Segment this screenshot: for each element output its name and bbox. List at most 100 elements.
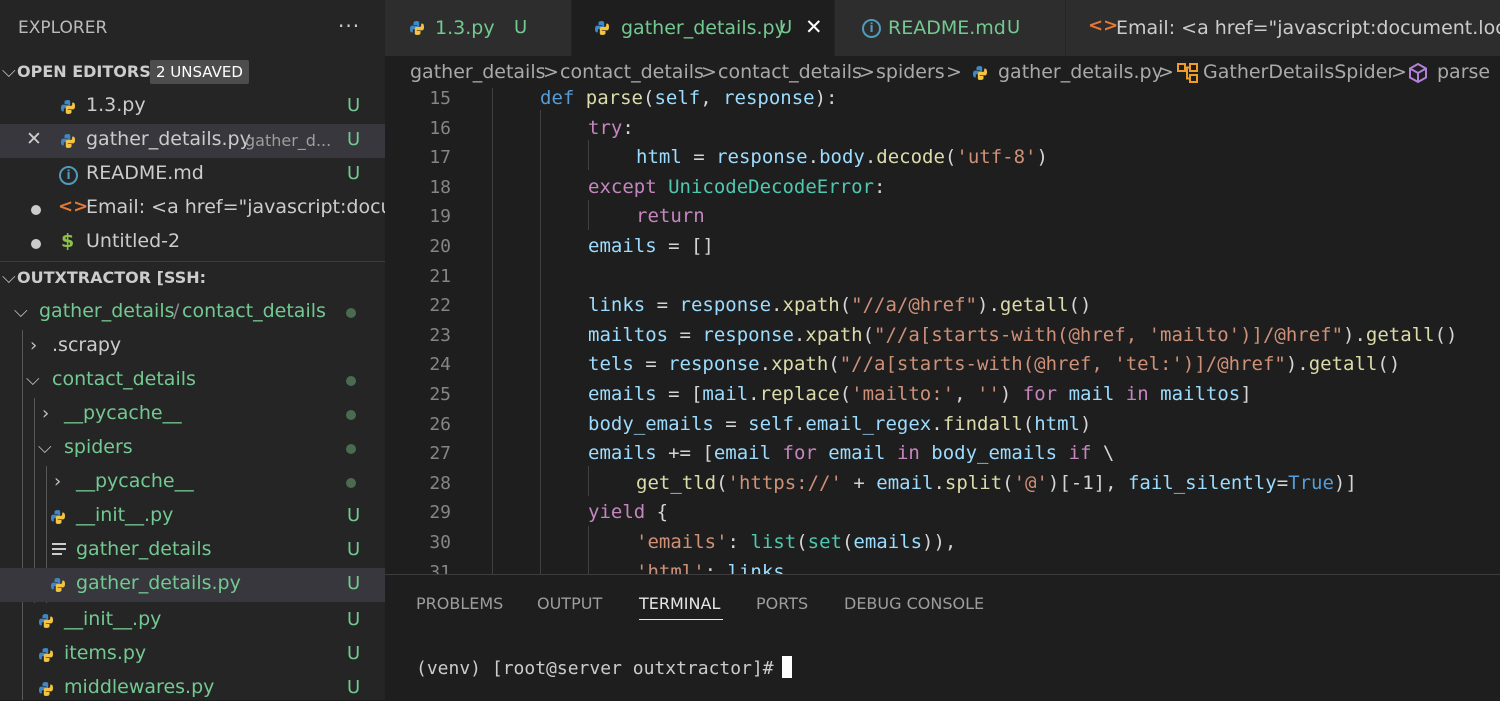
python-file-icon	[39, 614, 53, 628]
breadcrumb-item[interactable]: parse	[1437, 61, 1490, 83]
tree-file-selected[interactable]: gather_details.py U	[0, 568, 385, 602]
untracked-badge: U	[347, 677, 361, 698]
file-label: __init__.py	[76, 504, 174, 526]
tab-email-html[interactable]: <> Email: <a href="javascript:document.l…	[1066, 0, 1500, 56]
terminal-cursor	[781, 656, 792, 678]
tree-folder[interactable]: › __pycache__	[0, 466, 385, 500]
code-line: except UnicodeDecodeError:	[588, 175, 886, 198]
unsaved-badge: 2 UNSAVED	[150, 60, 249, 84]
breadcrumb-item[interactable]: gather_details.py	[998, 61, 1163, 83]
tree-file[interactable]: middlewares.py U	[0, 672, 385, 700]
chevron-down-icon: ⌵	[2, 61, 16, 82]
file-label: gather_details	[76, 538, 212, 560]
open-editor-item[interactable]: 1.3.py U	[0, 90, 385, 124]
untracked-badge: U	[1007, 17, 1021, 38]
breadcrumb-item[interactable]: spiders	[876, 61, 945, 83]
tab-debug-console[interactable]: DEBUG CONSOLE	[844, 594, 984, 613]
chevron-right-icon: >	[859, 61, 875, 83]
code-line: return	[636, 205, 705, 228]
folder-label: spiders	[64, 436, 133, 458]
line-number: 31	[429, 561, 451, 574]
tab-label: Email: <a href="javascript:document.loca	[1116, 17, 1500, 39]
tree-folder[interactable]: ⌵ contact_details	[0, 364, 385, 398]
line-number: 24	[429, 354, 451, 376]
breadcrumb-item[interactable]: contact_details	[718, 61, 862, 83]
open-editor-label: 1.3.py	[86, 94, 146, 116]
python-file-icon	[595, 21, 609, 35]
tree-folder[interactable]: › .scrapy	[0, 330, 385, 364]
code-editor[interactable]: 15 16 17 18 19 20 21 22 23 24 25 26 27 2…	[385, 88, 1500, 574]
indent-guide	[588, 140, 589, 170]
folder-label: contact_details	[182, 300, 326, 322]
chevron-down-icon: ⌵	[26, 369, 40, 390]
untracked-badge: U	[347, 129, 361, 150]
tab-label: 1.3.py	[435, 17, 495, 39]
workspace-header[interactable]: ⌵ OUTXTRACTOR [SSH:	[0, 262, 385, 296]
tab-terminal[interactable]: TERMINAL	[639, 594, 720, 613]
python-file-icon	[410, 21, 424, 35]
tab-gather-details-py[interactable]: gather_details.py U ✕	[572, 0, 835, 56]
tree-folder[interactable]: ⌵ gather_details / contact_details	[0, 296, 385, 330]
modified-dot	[346, 478, 356, 488]
line-number: 28	[429, 472, 451, 494]
tab-problems[interactable]: PROBLEMS	[416, 594, 503, 613]
python-file-icon	[61, 134, 75, 148]
chevron-right-icon: >	[701, 61, 717, 83]
line-number: 29	[429, 502, 451, 524]
line-number: 27	[429, 443, 451, 465]
tree-folder[interactable]: › __pycache__	[0, 398, 385, 432]
indent-guide	[588, 466, 589, 496]
tab-ports[interactable]: PORTS	[756, 594, 808, 613]
python-file-icon	[39, 648, 53, 662]
tab-output[interactable]: OUTPUT	[537, 594, 602, 613]
untracked-badge: U	[347, 95, 361, 116]
unsaved-dot-icon[interactable]	[31, 205, 41, 215]
breadcrumb-item[interactable]: gather_details	[410, 61, 546, 83]
folder-label: gather_details	[39, 300, 175, 322]
untracked-badge: U	[347, 573, 361, 594]
code-line: try:	[588, 116, 634, 139]
terminal[interactable]: (venv) [root@server outxtractor]#	[416, 656, 792, 679]
workspace-label: OUTXTRACTOR [SSH:	[17, 268, 207, 287]
chevron-right-icon: ›	[42, 403, 50, 424]
folder-label: __pycache__	[64, 402, 182, 424]
code-line: html = response.body.decode('utf-8')	[636, 146, 1048, 169]
tree-folder[interactable]: ⌵ spiders	[0, 432, 385, 466]
breadcrumb-item[interactable]: contact_details	[560, 61, 704, 83]
more-actions-icon[interactable]: ···	[338, 14, 360, 38]
tree-file[interactable]: gather_details U	[0, 534, 385, 568]
html-file-icon: <>	[1088, 15, 1119, 36]
open-editor-label: Email: <a href="javascript:docu...	[86, 196, 385, 218]
open-editor-item[interactable]: i README.md U	[0, 158, 385, 192]
file-label: middlewares.py	[64, 676, 215, 698]
breadcrumb-item[interactable]: GatherDetailsSpider	[1203, 61, 1395, 83]
tab-label: README.md	[888, 17, 1006, 39]
open-editors-header[interactable]: ⌵ OPEN EDITORS 2 UNSAVED	[0, 56, 385, 90]
code-line: tels = response.xpath("//a[starts-with(@…	[588, 353, 1401, 376]
html-file-icon: <>	[58, 196, 89, 217]
tab-readme-md[interactable]: i README.md U	[835, 0, 1066, 56]
tab-1-3-py[interactable]: 1.3.py U	[385, 0, 572, 56]
chevron-right-icon: >	[946, 61, 962, 83]
explorer-header: EXPLORER ···	[0, 0, 385, 56]
tree-file[interactable]: __init__.py U	[0, 500, 385, 534]
open-editor-item[interactable]: ✕ gather_details.py gather_d... U	[0, 124, 385, 158]
line-number: 17	[429, 147, 451, 169]
close-icon[interactable]: ✕	[26, 128, 42, 150]
chevron-right-icon: ›	[54, 471, 62, 492]
tree-file[interactable]: __init__.py U	[0, 604, 385, 638]
close-icon[interactable]: ✕	[805, 15, 823, 39]
code-line: emails = []	[588, 235, 714, 257]
line-number: 25	[429, 384, 451, 405]
bottom-panel: PROBLEMS OUTPUT TERMINAL PORTS DEBUG CON…	[385, 574, 1500, 701]
open-editors-label: OPEN EDITORS	[17, 62, 151, 81]
untracked-badge: U	[347, 609, 361, 630]
tree-file[interactable]: items.py U	[0, 638, 385, 672]
modified-dot	[346, 410, 356, 420]
tab-label: gather_details.py	[621, 17, 786, 39]
modified-dot	[346, 308, 356, 318]
open-editor-item[interactable]: <> Email: <a href="javascript:docu...	[0, 192, 385, 226]
open-editor-item[interactable]: $ Untitled-2	[0, 226, 385, 260]
untracked-badge: U	[347, 505, 361, 526]
unsaved-dot-icon[interactable]	[31, 239, 41, 249]
